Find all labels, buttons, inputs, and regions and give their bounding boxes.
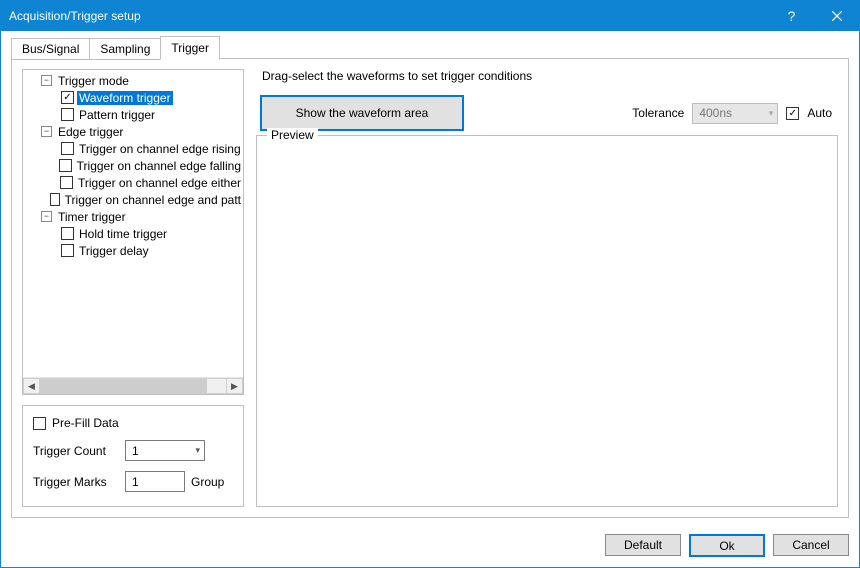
trigger-options-panel: Pre-Fill Data Trigger Count 1 ▾ Trigger … [22, 405, 244, 507]
tree-item-checkbox[interactable] [61, 142, 74, 155]
auto-label: Auto [807, 106, 832, 120]
trigger-count-label: Trigger Count [33, 444, 119, 458]
tree-group-label: Timer trigger [56, 210, 128, 224]
scroll-thumb[interactable] [40, 379, 207, 393]
tab-panel-trigger: −Trigger modeWaveform triggerPattern tri… [11, 59, 849, 518]
tree-item-checkbox[interactable] [59, 159, 71, 172]
collapse-icon[interactable]: − [41, 211, 52, 222]
trigger-tree[interactable]: −Trigger modeWaveform triggerPattern tri… [22, 69, 244, 395]
scroll-left-arrow-icon[interactable]: ◀ [23, 378, 40, 394]
collapse-icon[interactable]: − [41, 75, 52, 86]
tree-item-checkbox[interactable] [61, 91, 74, 104]
trigger-tree-body: −Trigger modeWaveform triggerPattern tri… [23, 70, 243, 377]
tree-group[interactable]: −Trigger mode [23, 72, 243, 89]
dialog-body: Bus/Signal Sampling Trigger −Trigger mod… [1, 31, 859, 526]
tree-item-checkbox[interactable] [60, 176, 73, 189]
chevron-down-icon: ▾ [195, 445, 200, 456]
right-column: Drag-select the waveforms to set trigger… [256, 69, 838, 507]
tab-strip: Bus/Signal Sampling Trigger [11, 37, 849, 59]
tree-group-label: Trigger mode [56, 74, 131, 88]
cancel-button[interactable]: Cancel [773, 534, 849, 556]
trigger-marks-unit: Group [191, 475, 224, 489]
prefill-checkbox[interactable] [33, 417, 46, 430]
title-bar: Acquisition/Trigger setup ? [1, 1, 859, 31]
scroll-track[interactable] [40, 378, 226, 394]
trigger-marks-input[interactable]: 1 [125, 471, 185, 492]
tree-item[interactable]: Trigger on channel edge rising [23, 140, 243, 157]
tree-group-label: Edge trigger [56, 125, 125, 139]
tree-item-checkbox[interactable] [50, 193, 59, 206]
preview-groupbox: Preview [256, 135, 838, 507]
tree-group[interactable]: −Timer trigger [23, 208, 243, 225]
left-column: −Trigger modeWaveform triggerPattern tri… [22, 69, 244, 507]
waveform-controls-row: Show the waveform area Tolerance 400ns ▾… [256, 95, 838, 131]
tree-item[interactable]: Trigger delay [23, 242, 243, 259]
preview-legend: Preview [267, 128, 318, 142]
trigger-count-select[interactable]: 1 ▾ [125, 440, 205, 461]
tree-item-label: Pattern trigger [77, 108, 157, 122]
ok-button[interactable]: Ok [689, 534, 765, 557]
tree-item-label: Waveform trigger [77, 91, 173, 105]
tree-item-label: Hold time trigger [77, 227, 169, 241]
tolerance-value: 400ns [699, 106, 732, 120]
scroll-right-arrow-icon[interactable]: ▶ [226, 378, 243, 394]
tree-item[interactable]: Waveform trigger [23, 89, 243, 106]
tolerance-select: 400ns ▾ [692, 103, 778, 124]
window-title: Acquisition/Trigger setup [9, 9, 769, 23]
prefill-label: Pre-Fill Data [52, 416, 119, 430]
tree-item-label: Trigger on channel edge falling [75, 159, 243, 173]
tree-item-label: Trigger on channel edge either [76, 176, 243, 190]
instruction-text: Drag-select the waveforms to set trigger… [262, 69, 838, 83]
tree-item-label: Trigger delay [77, 244, 151, 258]
close-icon [832, 11, 842, 21]
tree-horizontal-scrollbar[interactable]: ◀ ▶ [23, 377, 243, 394]
tree-item[interactable]: Trigger on channel edge either [23, 174, 243, 191]
tree-item-label: Trigger on channel edge rising [77, 142, 243, 156]
show-waveform-area-button[interactable]: Show the waveform area [260, 95, 464, 131]
tree-item[interactable]: Trigger on channel edge and patt [23, 191, 243, 208]
collapse-icon[interactable]: − [41, 126, 52, 137]
tree-item-checkbox[interactable] [61, 244, 74, 257]
tree-item[interactable]: Hold time trigger [23, 225, 243, 242]
tree-group[interactable]: −Edge trigger [23, 123, 243, 140]
trigger-marks-value: 1 [132, 475, 139, 489]
tab-sampling[interactable]: Sampling [89, 38, 161, 60]
tree-item[interactable]: Trigger on channel edge falling [23, 157, 243, 174]
tree-item-checkbox[interactable] [61, 227, 74, 240]
trigger-marks-label: Trigger Marks [33, 475, 119, 489]
tree-item-checkbox[interactable] [61, 108, 74, 121]
tab-trigger[interactable]: Trigger [160, 36, 220, 60]
help-button[interactable]: ? [769, 1, 814, 31]
dialog-button-row: Default Ok Cancel [1, 526, 859, 567]
auto-checkbox[interactable] [786, 107, 799, 120]
default-button[interactable]: Default [605, 534, 681, 556]
tree-item[interactable]: Pattern trigger [23, 106, 243, 123]
tolerance-label: Tolerance [632, 106, 684, 120]
close-button[interactable] [814, 1, 859, 31]
trigger-count-value: 1 [132, 444, 139, 458]
tree-item-label: Trigger on channel edge and patt [63, 193, 243, 207]
chevron-down-icon: ▾ [769, 108, 774, 119]
tab-bus-signal[interactable]: Bus/Signal [11, 38, 90, 60]
